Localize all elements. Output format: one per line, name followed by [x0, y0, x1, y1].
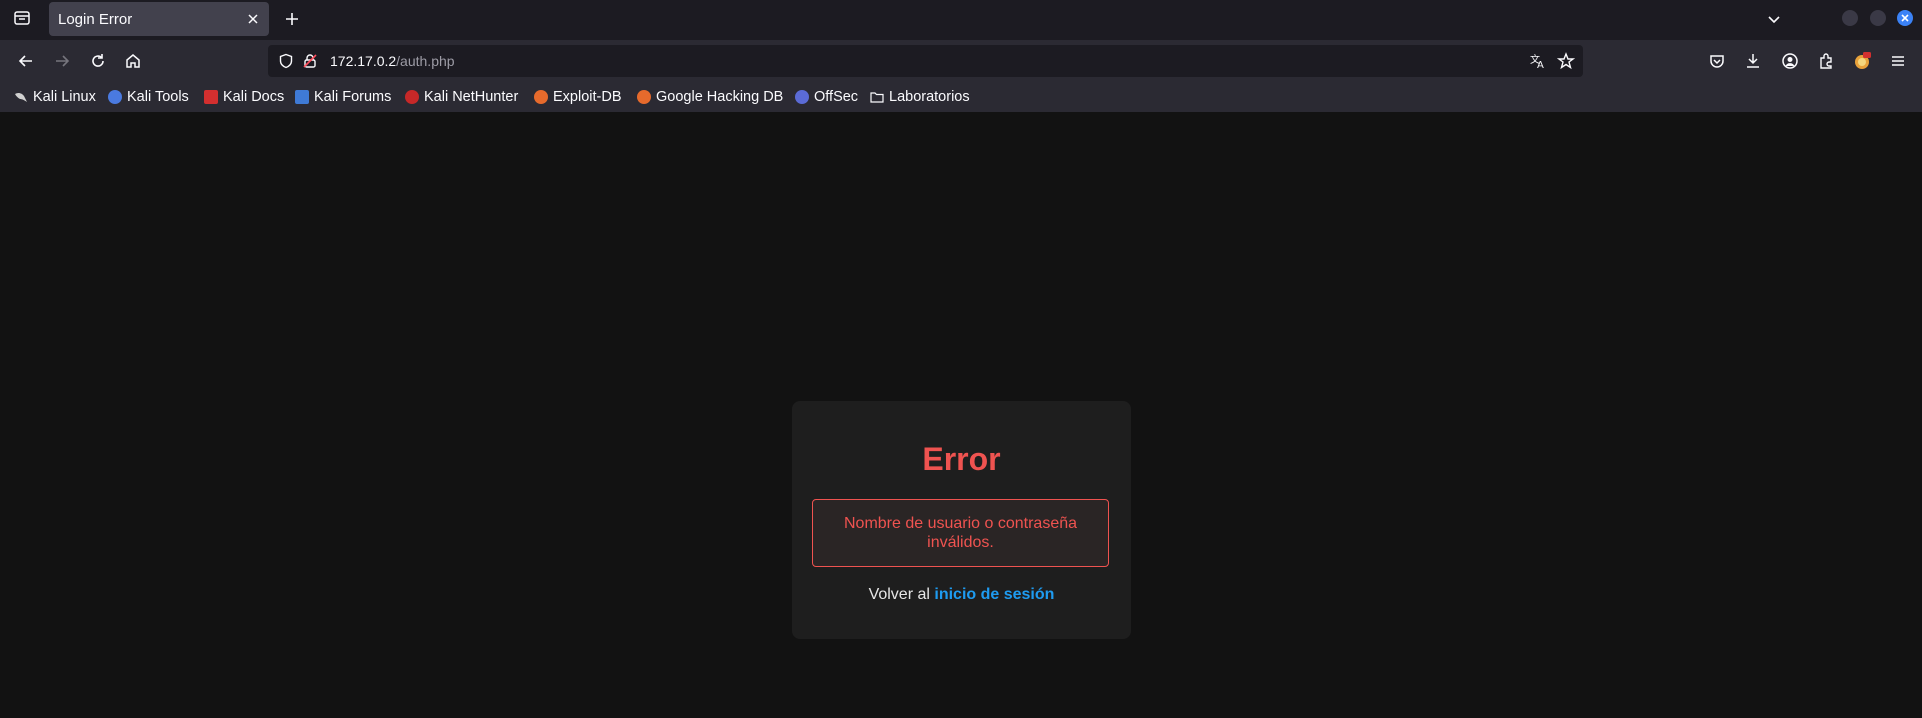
- close-window-button[interactable]: [1897, 10, 1913, 26]
- bookmarks-toolbar: Kali Linux Kali Tools Kali Docs Kali For…: [0, 82, 1922, 112]
- bookmark-kali-docs[interactable]: Kali Docs: [204, 87, 284, 107]
- bookmark-kali-forums[interactable]: Kali Forums: [295, 87, 391, 107]
- kali-nethunter-icon: [405, 90, 419, 104]
- tab-login-error[interactable]: Login Error: [49, 2, 269, 36]
- new-tab-plus-icon[interactable]: [280, 7, 304, 31]
- page-content: Error Nombre de usuario o contraseña inv…: [0, 112, 1922, 718]
- list-all-tabs-chevron-icon[interactable]: [1762, 7, 1786, 31]
- close-icon: [1901, 14, 1909, 22]
- hamburger-menu-icon[interactable]: [1886, 49, 1910, 73]
- bookmark-kali-tools[interactable]: Kali Tools: [108, 87, 189, 107]
- bookmark-label: Kali Docs: [223, 89, 285, 105]
- extensions-icon[interactable]: [1814, 49, 1838, 73]
- minimize-window-button[interactable]: [1842, 10, 1858, 26]
- svg-text:A: A: [1537, 60, 1544, 70]
- kali-tools-icon: [108, 90, 122, 104]
- login-link[interactable]: inicio de sesión: [934, 586, 1054, 603]
- bookmark-folder-laboratorios[interactable]: Laboratorios: [870, 87, 970, 107]
- folder-icon: [870, 90, 884, 104]
- reload-icon[interactable]: [86, 49, 110, 73]
- error-card: Error Nombre de usuario o contraseña inv…: [792, 401, 1131, 639]
- error-message-box: Nombre de usuario o contraseña inválidos…: [812, 499, 1109, 567]
- bookmark-kali-nethunter[interactable]: Kali NetHunter: [405, 87, 518, 107]
- navigation-toolbar: 172.17.0.2/auth.php 文A: [0, 40, 1922, 82]
- bookmark-label: Kali NetHunter: [424, 89, 519, 105]
- kali-docs-icon: [204, 90, 218, 104]
- bookmark-label: Exploit-DB: [553, 89, 622, 105]
- kali-dragon-icon: [14, 90, 28, 104]
- forward-arrow-icon[interactable]: [50, 49, 74, 73]
- bookmark-label: Kali Linux: [33, 89, 96, 105]
- bookmark-exploit-db[interactable]: Exploit-DB: [534, 87, 622, 107]
- url-host: 172.17.0.2: [330, 53, 397, 69]
- close-tab-icon[interactable]: [243, 9, 263, 29]
- bookmark-star-icon[interactable]: [1554, 49, 1578, 73]
- bookmark-google-hacking-db[interactable]: Google Hacking DB: [637, 87, 783, 107]
- url-bar[interactable]: 172.17.0.2/auth.php 文A: [268, 45, 1583, 77]
- bookmark-label: Kali Forums: [314, 89, 392, 105]
- tab-list-icon[interactable]: [10, 6, 34, 30]
- home-icon[interactable]: [121, 49, 145, 73]
- url-path: /auth.php: [396, 53, 455, 69]
- error-title: Error: [922, 441, 1001, 477]
- shield-icon[interactable]: [274, 49, 298, 73]
- bookmark-label: OffSec: [814, 89, 859, 105]
- offsec-icon: [795, 90, 809, 104]
- bookmark-label: Google Hacking DB: [656, 89, 784, 105]
- tab-title: Login Error: [58, 11, 133, 28]
- extension-badge-icon[interactable]: [1850, 49, 1874, 73]
- bookmark-label: Laboratorios: [889, 89, 970, 105]
- google-hacking-db-icon: [637, 90, 651, 104]
- back-prefix-text: Volver al: [868, 586, 930, 603]
- maximize-window-button[interactable]: [1870, 10, 1886, 26]
- downloads-icon[interactable]: [1741, 49, 1765, 73]
- pocket-icon[interactable]: [1705, 49, 1729, 73]
- bookmark-kali-linux[interactable]: Kali Linux: [14, 87, 96, 107]
- back-to-login-line: Volver al inicio de sesión: [792, 586, 1131, 604]
- error-message: Nombre de usuario o contraseña inválidos…: [843, 515, 1078, 551]
- exploit-db-icon: [534, 90, 548, 104]
- url-text[interactable]: 172.17.0.2/auth.php: [330, 53, 455, 69]
- translate-icon[interactable]: 文A: [1526, 49, 1550, 73]
- bookmark-label: Kali Tools: [127, 89, 189, 105]
- kali-forums-icon: [295, 90, 309, 104]
- back-arrow-icon[interactable]: [14, 49, 38, 73]
- tab-strip: Login Error: [0, 0, 1922, 40]
- bookmark-offsec[interactable]: OffSec: [795, 87, 858, 107]
- insecure-lock-icon[interactable]: [298, 49, 322, 73]
- account-icon[interactable]: [1778, 49, 1802, 73]
